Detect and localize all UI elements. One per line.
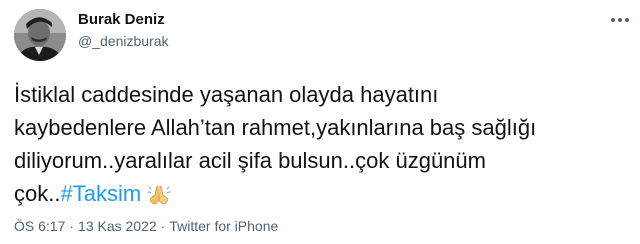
dot-icon [611, 18, 615, 22]
tweet-text: İstiklal caddesinde yaşanan olayda hayat… [14, 78, 632, 214]
tweet-line-4: çok.. [14, 181, 61, 206]
handle[interactable]: @_denizburak [78, 33, 169, 49]
folded-hands-emoji-icon [147, 181, 171, 214]
separator: · [160, 218, 166, 234]
hashtag-link[interactable]: #Taksim [60, 181, 141, 206]
dot-icon [625, 18, 629, 22]
tweet-card: Burak Deniz @_denizburak İstiklal caddes… [0, 0, 640, 244]
tweet-line-3: diliyorum..yaralılar acil şifa bulsun..ç… [14, 148, 486, 173]
tweet-date[interactable]: 13 Kas 2022 [78, 218, 157, 234]
tweet-metadata: ÖS 6:17 · 13 Kas 2022 · Twitter for iPhone [14, 218, 278, 234]
tweet-time[interactable]: ÖS 6:17 [14, 218, 65, 234]
tweet-line-2: kaybedenlere Allah’tan rahmet,yakınların… [14, 115, 537, 140]
more-options-button[interactable] [608, 8, 632, 32]
display-name[interactable]: Burak Deniz [78, 11, 165, 28]
tweet-line-1: İstiklal caddesinde yaşanan olayda hayat… [14, 82, 439, 107]
avatar[interactable] [14, 9, 66, 61]
tweet-source[interactable]: Twitter for iPhone [169, 218, 278, 234]
dot-icon [618, 18, 622, 22]
separator: · [69, 218, 75, 234]
